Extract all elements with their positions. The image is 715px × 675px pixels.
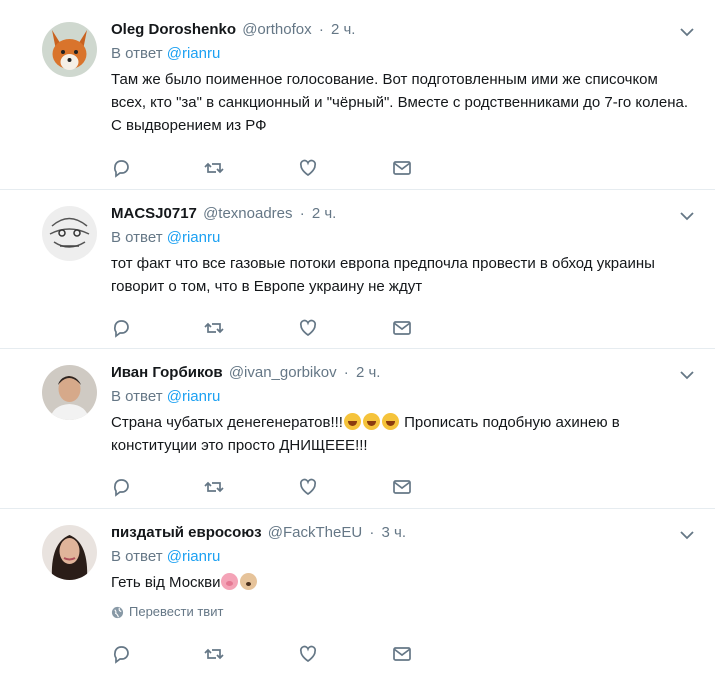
timestamp[interactable]: 3 ч. [382,524,407,541]
reply-icon [113,160,129,178]
timestamp[interactable]: 2 ч. [312,205,337,222]
sketch-avatar-image [42,206,97,261]
separator-dot: · [369,524,375,541]
tweet-feed: Oleg Doroshenko @orthofox · 2 ч. В ответ… [0,0,715,675]
tweet-header: MACSJ0717 @texnoadres · 2 ч. [111,203,691,225]
like-button[interactable] [298,477,320,499]
fox-avatar-image [42,22,97,77]
chevron-down-icon [680,371,694,380]
retweet-button[interactable] [204,644,226,666]
retweet-icon [204,322,224,334]
envelope-icon [393,321,411,335]
avatar[interactable] [42,206,97,261]
user-name[interactable]: Oleg Doroshenko [111,21,236,38]
reply-context: В ответ @rianru [111,227,691,249]
reply-icon [113,646,129,664]
user-handle[interactable]: @texnoadres [203,205,292,222]
rolling-laughing-emoji-icon [343,413,361,430]
user-handle[interactable]: @FackTheEU [268,524,362,541]
timestamp[interactable]: 2 ч. [356,364,381,381]
reply-button[interactable] [111,477,133,499]
reply-button[interactable] [111,158,133,180]
tweet[interactable]: MACSJ0717 @texnoadres · 2 ч. В ответ @ri… [0,190,715,349]
chevron-down-icon [680,531,694,540]
direct-message-button[interactable] [392,158,414,180]
retweet-icon [204,162,224,174]
timestamp[interactable]: 2 ч. [331,21,356,38]
rolling-laughing-emoji-icon [362,413,380,430]
reply-context: В ответ @rianru [111,43,691,65]
more-options-button[interactable] [679,367,695,383]
like-button[interactable] [298,158,320,180]
dog-face-emoji-icon [240,573,258,590]
tweet-text: Там же было поименное голосование. Вот п… [111,71,689,134]
user-handle[interactable]: @orthofox [242,21,311,38]
reply-prefix: В ответ [111,229,163,246]
reply-icon [113,320,129,338]
pig-face-emoji-icon [221,573,239,590]
reply-mention-link[interactable]: @rianru [167,45,221,62]
reply-prefix: В ответ [111,548,163,565]
avatar[interactable] [42,365,97,420]
tweet-header: Oleg Doroshenko @orthofox · 2 ч. [111,19,691,41]
heart-icon [299,159,317,177]
retweet-button[interactable] [204,318,226,340]
direct-message-button[interactable] [392,644,414,666]
globe-icon [111,606,124,618]
separator-dot: · [318,21,324,38]
separator-dot: · [343,364,349,381]
like-button[interactable] [298,318,320,340]
envelope-icon [393,480,411,494]
man-avatar-image [42,365,97,420]
like-button[interactable] [298,644,320,666]
reply-prefix: В ответ [111,45,163,62]
more-options-button[interactable] [679,208,695,224]
heart-icon [299,478,317,496]
reply-context: В ответ @rianru [111,386,691,408]
tweet-text: Страна чубатых денегенератов!!! Прописат… [111,411,691,457]
retweet-button[interactable] [204,158,226,180]
reply-button[interactable] [111,644,133,666]
tweet[interactable]: Oleg Doroshenko @orthofox · 2 ч. В ответ… [0,0,715,190]
avatar[interactable] [42,525,97,580]
avatar[interactable] [42,22,97,77]
chevron-down-icon [680,212,694,221]
direct-message-button[interactable] [392,318,414,340]
more-options-button[interactable] [679,527,695,543]
reply-context: В ответ @rianru [111,546,691,568]
tweet-text: Геть від Москви [111,571,691,594]
reply-mention-link[interactable]: @rianru [167,229,221,246]
translate-tweet-link[interactable]: Перевести твит [111,603,691,621]
reply-button[interactable] [111,318,133,340]
tweet-text: тот факт что все газовые потоки европа п… [111,255,655,295]
translate-label[interactable]: Перевести твит [129,603,223,621]
rolling-laughing-emoji-icon [381,413,399,430]
reply-icon [113,479,129,497]
heart-icon [299,319,317,337]
woman-avatar-image [42,525,97,580]
chevron-down-icon [680,28,694,37]
retweet-icon [204,648,224,660]
separator-dot: · [299,205,305,222]
tweet-header: Иван Горбиков @ivan_gorbikov · 2 ч. [111,362,691,384]
user-handle[interactable]: @ivan_gorbikov [229,364,337,381]
reply-mention-link[interactable]: @rianru [167,548,221,565]
tweet-header: пиздатый евросоюз @FackTheEU · 3 ч. [111,522,691,544]
tweet-text-part: Страна чубатых денегенератов!!! [111,414,343,431]
user-name[interactable]: Иван Горбиков [111,364,223,381]
user-name[interactable]: MACSJ0717 [111,205,197,222]
tweet[interactable]: пиздатый евросоюз @FackTheEU · 3 ч. В от… [0,509,715,675]
envelope-icon [393,647,411,661]
tweet[interactable]: Иван Горбиков @ivan_gorbikov · 2 ч. В от… [0,349,715,509]
reply-prefix: В ответ [111,388,163,405]
retweet-button[interactable] [204,477,226,499]
more-options-button[interactable] [679,24,695,40]
tweet-text-part: Геть від Москви [111,574,221,591]
retweet-icon [204,481,224,493]
direct-message-button[interactable] [392,477,414,499]
envelope-icon [393,161,411,175]
user-name[interactable]: пиздатый евросоюз [111,524,262,541]
heart-icon [299,645,317,663]
reply-mention-link[interactable]: @rianru [167,388,221,405]
